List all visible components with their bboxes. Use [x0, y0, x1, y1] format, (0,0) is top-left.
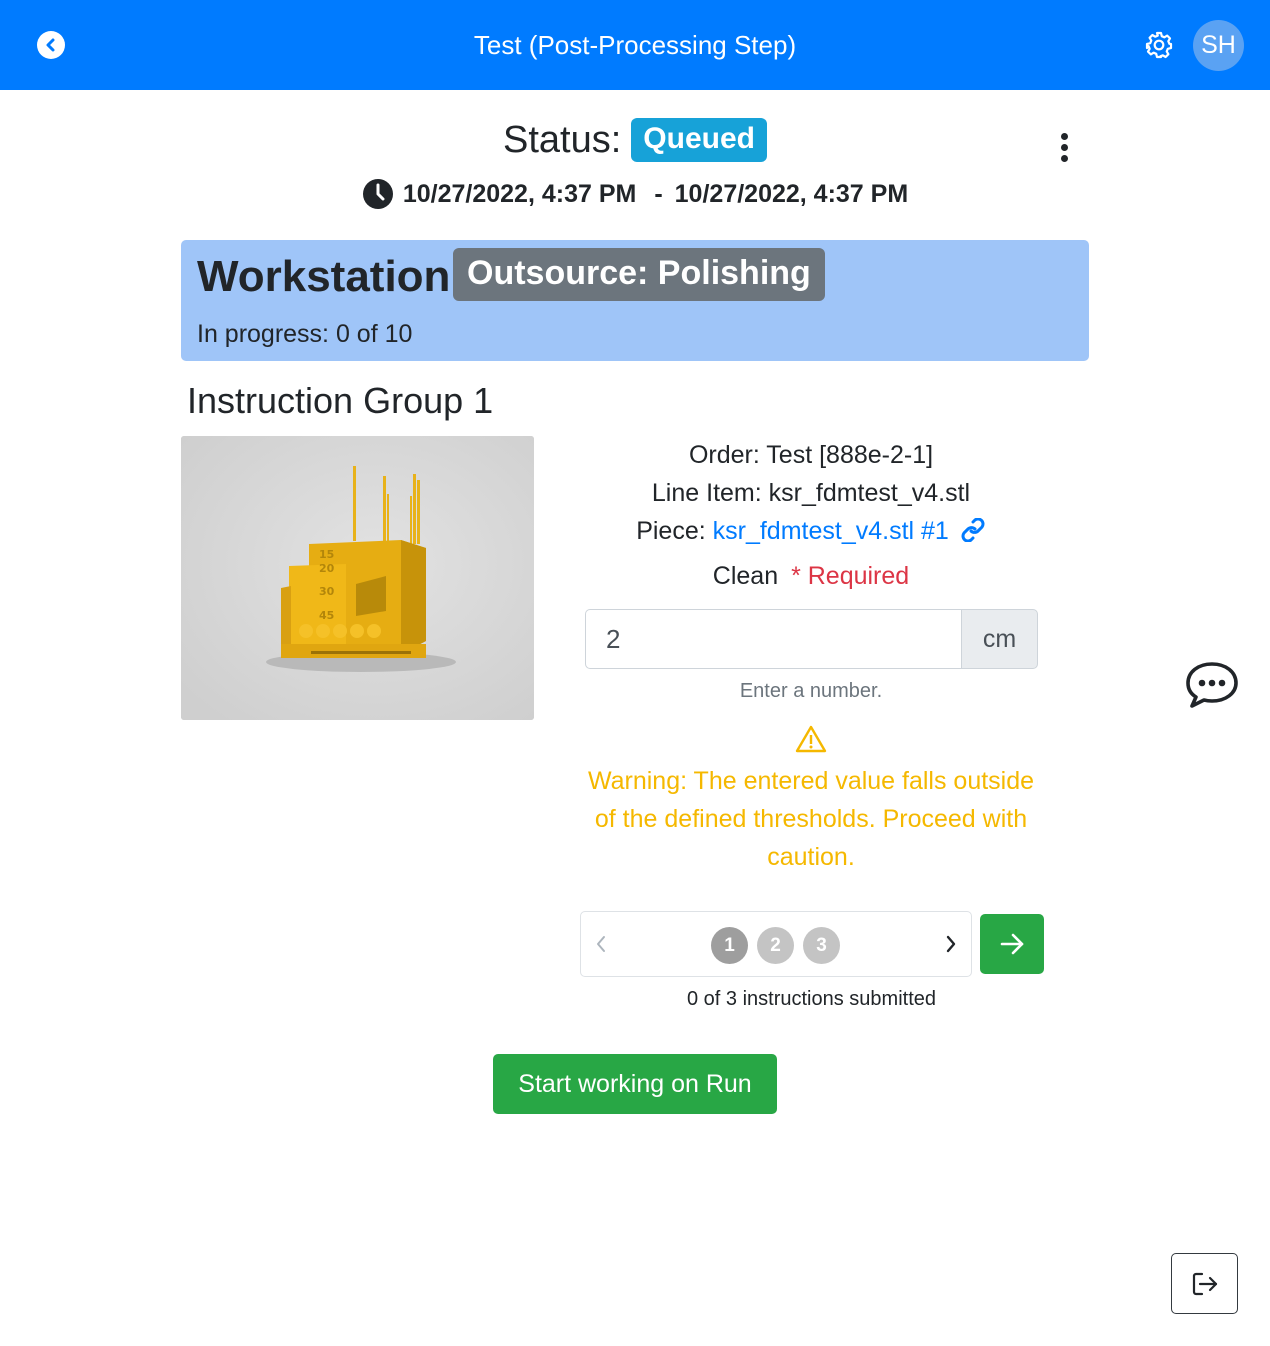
start-run-button[interactable]: Start working on Run [493, 1054, 777, 1114]
page-dot-2[interactable]: 2 [757, 927, 794, 964]
svg-text:20: 20 [319, 562, 335, 575]
piece-link-text: ksr_fdmtest_v4.stl #1 [712, 517, 949, 545]
svg-text:15: 15 [319, 548, 334, 561]
svg-text:30: 30 [319, 585, 335, 598]
workstation-progress: In progress: 0 of 10 [197, 320, 413, 348]
chat-button[interactable] [1185, 660, 1239, 710]
clock-icon [362, 179, 393, 209]
next-instruction-chevron[interactable] [941, 930, 961, 958]
logout-button[interactable] [1171, 1253, 1238, 1314]
workstation-panel: Workstation: Outsource: Polishing In pro… [181, 240, 1089, 361]
part-preview-image: 15 20 30 45 [181, 436, 534, 720]
link-icon [961, 517, 985, 543]
page-dot-3[interactable]: 3 [803, 927, 840, 964]
line-item-label: Line Item: [651, 479, 762, 507]
order-info: Order: Test [888e-2-1] [585, 441, 1037, 470]
kebab-dot [1060, 143, 1068, 151]
chevron-right-icon [946, 935, 956, 953]
time-range: 10/27/2022, 4:37 PM - 10/27/2022, 4:37 P… [0, 178, 1270, 210]
chevron-left-icon [597, 936, 605, 952]
submitted-count: 0 of 3 instructions submitted [686, 988, 936, 1010]
status-badge: Queued [631, 118, 767, 162]
measurement-input-group: cm [585, 609, 1038, 669]
measurement-input[interactable] [585, 609, 961, 669]
start-time: 10/27/2022, 4:37 PM [402, 179, 637, 208]
piece-link[interactable]: ksr_fdmtest_v4.stl #1 [713, 517, 986, 545]
unit-suffix: cm [961, 609, 1038, 669]
gear-icon [1145, 31, 1173, 59]
instruction-pager: 1 2 3 [580, 911, 972, 977]
warning-icon [795, 725, 827, 753]
status-label: Status: [503, 118, 622, 161]
input-hint: Enter a number. [739, 680, 883, 702]
submit-next-button[interactable] [980, 914, 1044, 974]
logout-icon [1192, 1272, 1217, 1295]
workstation-badge: Outsource: Polishing [453, 248, 825, 301]
chat-bubble-icon [1186, 662, 1238, 708]
required-indicator: * Required [791, 562, 910, 590]
more-options-button[interactable] [1052, 130, 1076, 164]
previous-instruction-button[interactable] [591, 930, 611, 958]
settings-button[interactable] [1144, 30, 1174, 60]
line-item-value: ksr_fdmtest_v4.stl [768, 479, 971, 507]
end-time: 10/27/2022, 4:37 PM [674, 179, 909, 208]
order-label: Order: [688, 441, 760, 469]
instruction-heading: Clean * Required [585, 562, 1037, 591]
kebab-dot [1060, 154, 1068, 162]
status-row: Status: Queued [0, 118, 1270, 162]
top-navbar: Test (Post-Processing Step) SH [0, 0, 1270, 90]
threshold-warning: Warning: The entered value falls outside… [587, 767, 1035, 871]
page-title: Test (Post-Processing Step) [473, 30, 797, 60]
instruction-name: Clean [712, 562, 779, 590]
piece-label: Piece: [636, 517, 706, 545]
page-dot-1[interactable]: 1 [711, 927, 748, 964]
line-item-info: Line Item: ksr_fdmtest_v4.stl [585, 479, 1037, 508]
user-avatar[interactable]: SH [1193, 20, 1244, 71]
kebab-dot [1060, 132, 1068, 140]
time-separator: - [654, 179, 663, 208]
order-value: Test [888e-2-1] [766, 441, 934, 469]
instruction-group-title: Instruction Group 1 [187, 380, 494, 421]
workstation-label: Workstation: [197, 252, 466, 301]
arrow-right-icon [1000, 933, 1024, 955]
piece-info: Piece: ksr_fdmtest_v4.stl #1 [585, 517, 1037, 546]
svg-text:45: 45 [319, 609, 334, 622]
